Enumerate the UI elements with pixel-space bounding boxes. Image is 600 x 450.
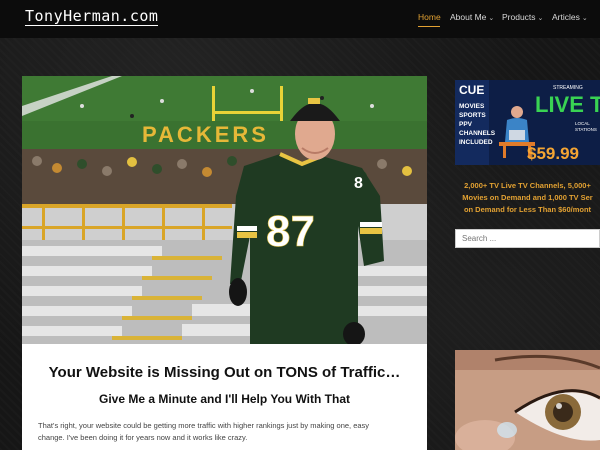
nav-item-label: Products [502, 12, 536, 22]
ad-feature: MOVIES [459, 103, 485, 110]
chevron-down-icon: ⌄ [581, 15, 588, 22]
intro-line: That's right, your website could be gett… [38, 421, 370, 430]
nav-item-products[interactable]: Products ⌄ [502, 12, 543, 22]
search-input[interactable] [455, 229, 600, 248]
eye-photo [455, 350, 600, 450]
ad-streaming-label: STREAMING [553, 85, 583, 91]
live-tv-ad-banner[interactable]: CUE MOVIES SPORTS PPV CHANNELS INCLUDED … [455, 80, 600, 165]
active-indicator [418, 26, 440, 27]
nav-item-label: Home [418, 12, 441, 22]
promo-line: Movies on Demand and 1,000 TV Ser [462, 193, 593, 202]
intro-line: change. I've been doing it for years now… [38, 433, 248, 442]
ad-promo-link[interactable]: 2,000+ TV Live TV Channels, 5,000+ Movie… [455, 180, 600, 216]
intro-section: Your Website is Missing Out on TONS of T… [22, 344, 427, 450]
nav-item-home[interactable]: Home [418, 12, 441, 27]
intro-paragraph: That's right, your website could be gett… [38, 420, 413, 444]
ad-local-label: LOCAL [575, 121, 590, 126]
ad-feature: PPV [459, 121, 473, 128]
ad-feature: INCLUDED [459, 139, 493, 146]
chevron-down-icon: ⌄ [537, 15, 544, 22]
endzone-text: PACKERS [142, 122, 269, 147]
nav-item-label: Articles [552, 12, 580, 22]
ad-headline: LIVE TV [535, 92, 600, 117]
ad-price: $59.99 [527, 144, 579, 163]
hero-image: PACKERS 87 8 [22, 76, 427, 344]
nav-item-articles[interactable]: Articles ⌄ [552, 12, 588, 22]
site-header: TonyHerman.com Home About Me ⌄ Products ⌄ … [0, 0, 600, 38]
chevron-down-icon: ⌄ [488, 15, 495, 22]
nav-item-about-me[interactable]: About Me ⌄ [450, 12, 494, 22]
page-title: Your Website is Missing Out on TONS of T… [48, 364, 401, 381]
eye-contact-lens-image[interactable] [455, 350, 600, 450]
promo-line: 2,000+ TV Live TV Channels, 5,000+ [464, 181, 591, 190]
stadium-photo: PACKERS 87 8 [22, 76, 427, 344]
ad-feature: CHANNELS [459, 130, 496, 137]
ad-stations-label: STATIONS [575, 127, 597, 132]
ad-graphic: CUE MOVIES SPORTS PPV CHANNELS INCLUDED … [455, 80, 600, 165]
jersey-number: 87 [266, 207, 315, 256]
sleeve-number: 8 [354, 175, 363, 192]
nav-item-label: About Me [450, 12, 487, 22]
page-subtitle: Give Me a Minute and I'll Help You With … [99, 392, 350, 406]
ad-person-icon [511, 106, 523, 118]
site-logo[interactable]: TonyHerman.com [25, 8, 159, 26]
promo-line: on Demand for Less Than $60/mont [463, 205, 592, 214]
ad-feature: SPORTS [459, 112, 486, 119]
ad-brand: CUE [459, 83, 484, 97]
